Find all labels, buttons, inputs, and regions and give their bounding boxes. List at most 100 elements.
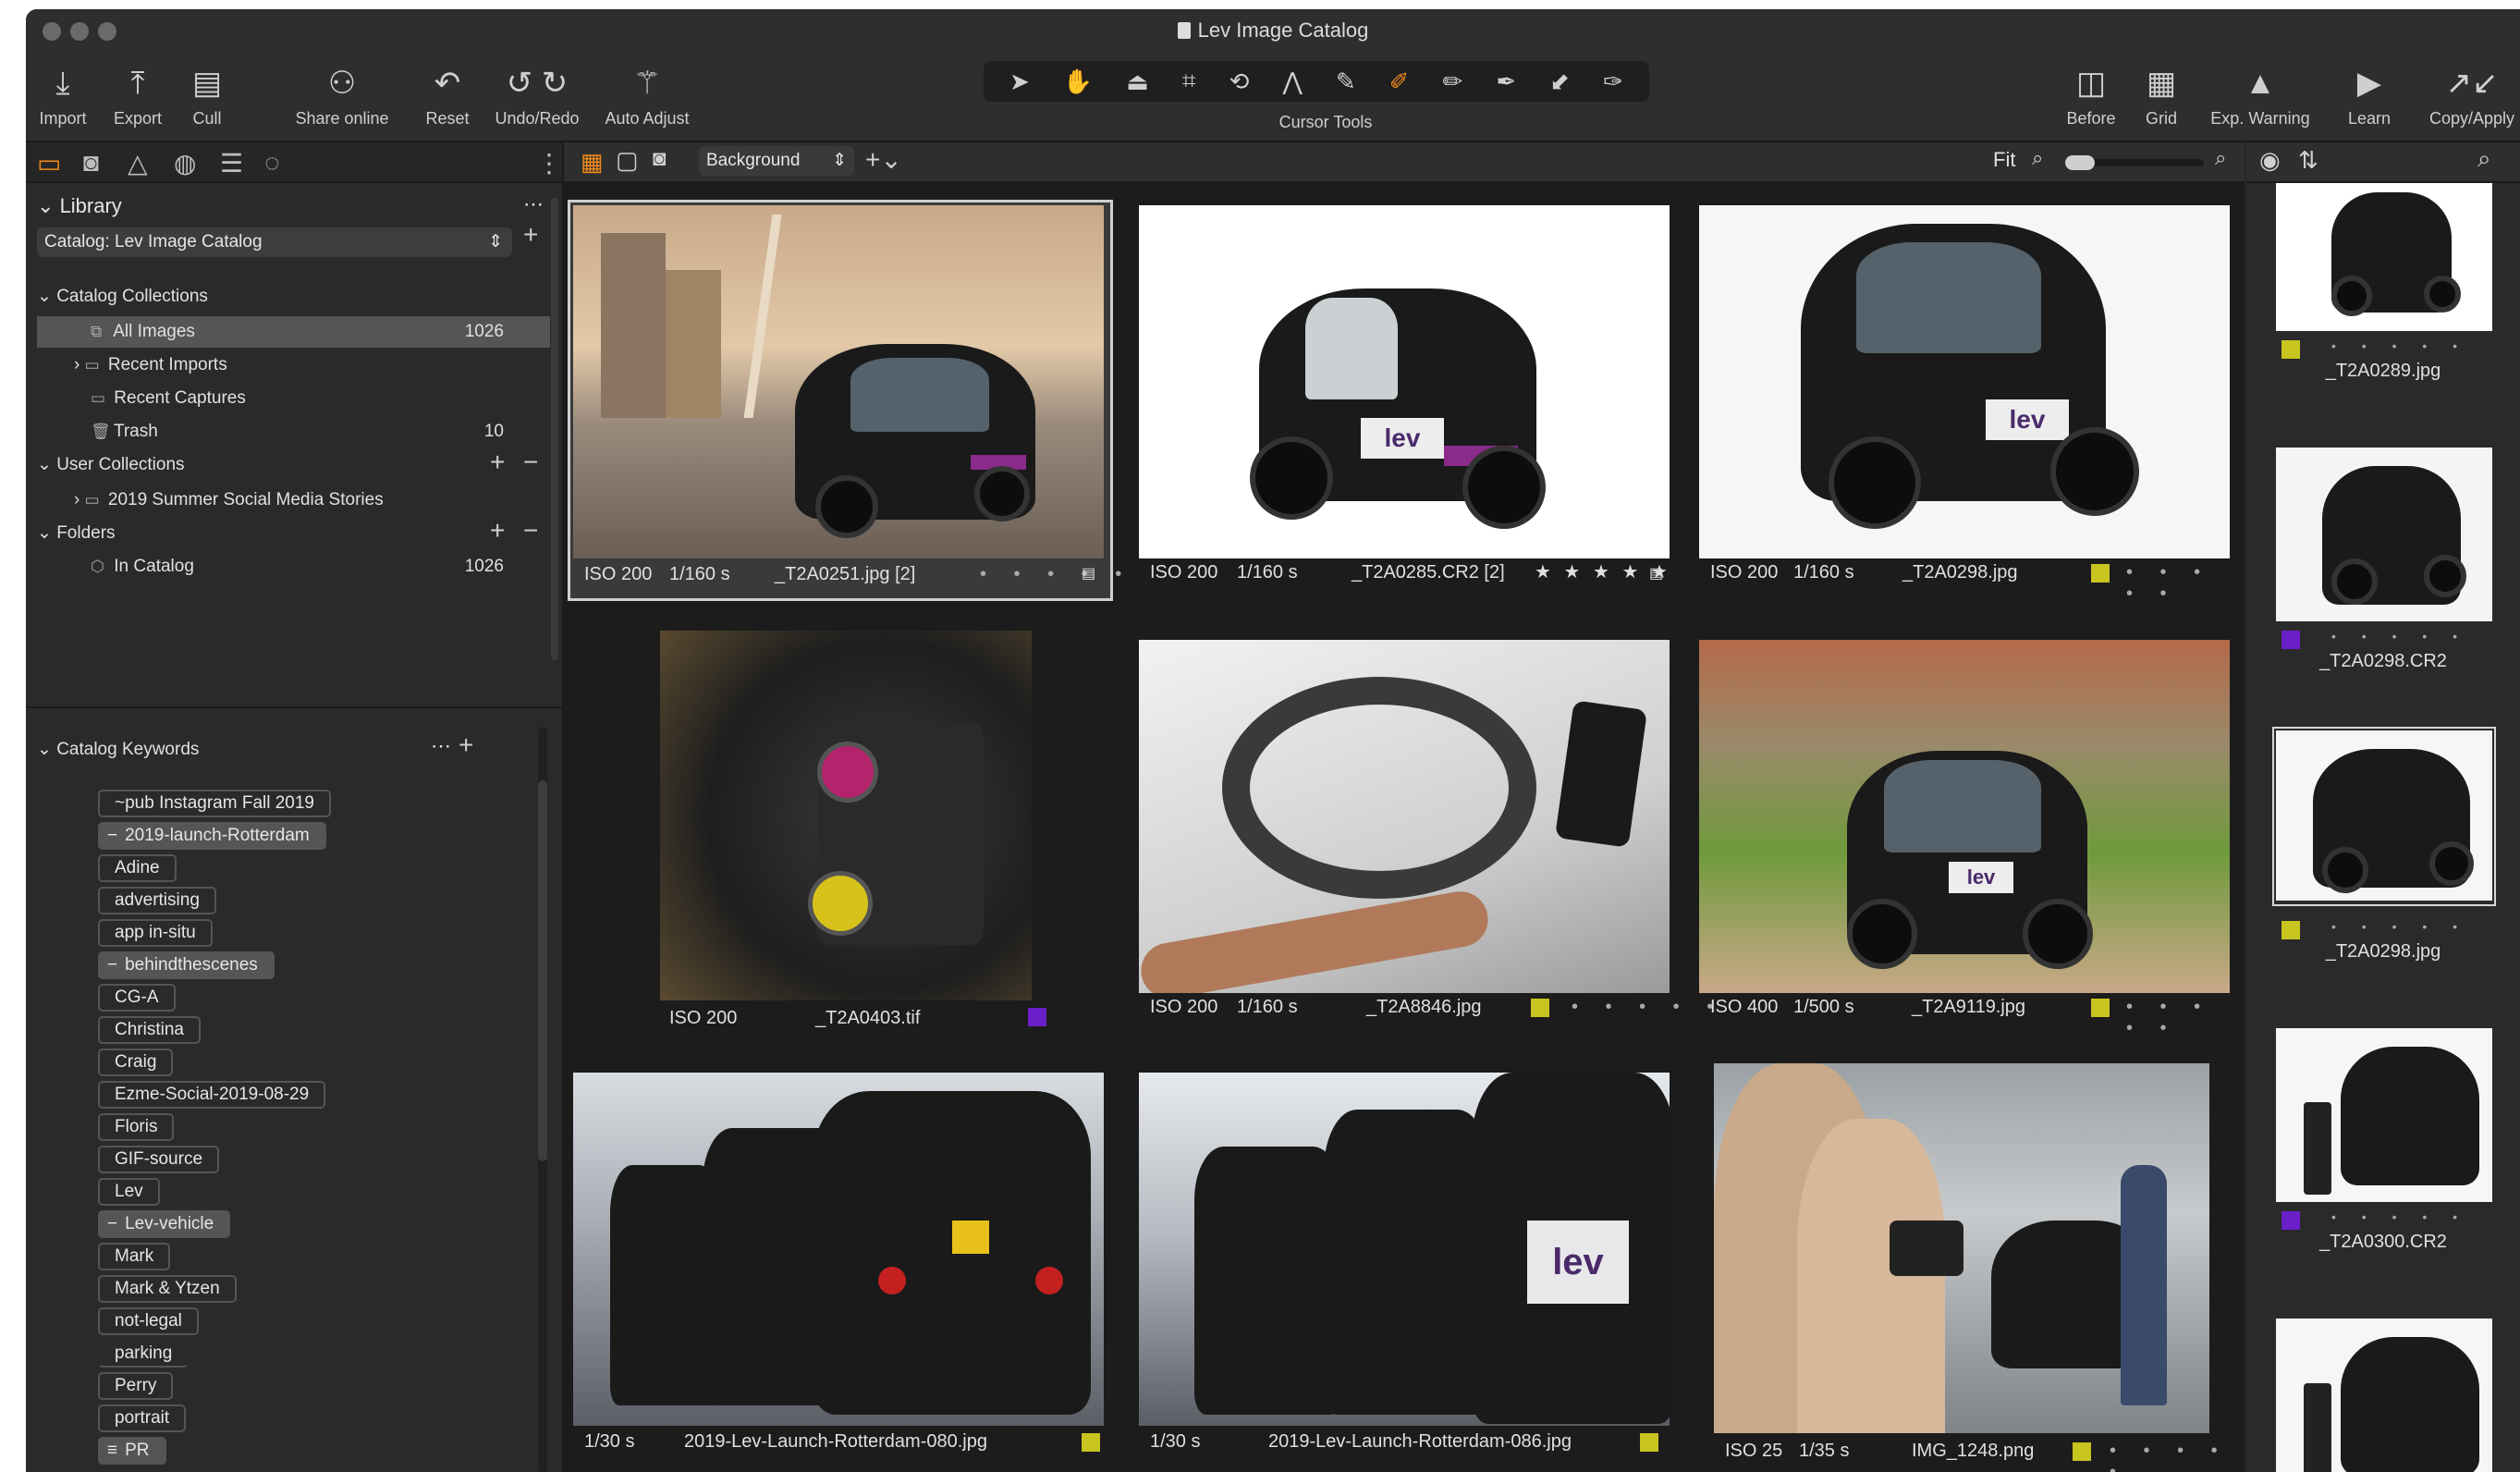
search-icon[interactable]: ⌕ (2477, 144, 2491, 174)
catalog-collections-header[interactable]: ⌄ Catalog Collections (37, 281, 550, 313)
color-tab-icon[interactable]: ◍ (174, 148, 196, 178)
keyword-tag[interactable]: Mark (98, 1243, 171, 1270)
pan-hand-icon[interactable]: ✋ (1063, 67, 1093, 96)
library-tab-folder-icon[interactable]: ▭ (37, 148, 61, 178)
add-variant-icon[interactable]: +⌄ (865, 144, 902, 175)
zoom-in-icon[interactable]: ⌕ (2215, 146, 2226, 170)
add-user-collection-icon[interactable]: + (490, 448, 505, 477)
keyword-tag-active[interactable]: − behindthescenes (98, 951, 275, 979)
thumbnail-image[interactable]: lev (1699, 205, 2230, 558)
share-online-button[interactable]: ⚇ Share online (268, 63, 416, 129)
white-balance-icon[interactable]: ⬋ (1549, 67, 1570, 96)
keyword-tag[interactable]: Ezme-Social-2019-08-29 (98, 1081, 326, 1109)
library-header[interactable]: ⌄ Library (37, 194, 122, 218)
grid-view-icon[interactable]: ▦ (581, 148, 604, 177)
keyword-tag[interactable]: parking (98, 1340, 190, 1368)
thumb-rating[interactable]: • • • • • (2126, 562, 2245, 605)
keyword-tag[interactable]: Floris (98, 1113, 175, 1141)
catalog-select[interactable]: Catalog: Lev Image Catalog ⇕ (37, 227, 512, 257)
color-tag-yellow[interactable] (2091, 564, 2110, 583)
film-rating[interactable]: • • • • • (2331, 629, 2468, 644)
thumbnail-image[interactable] (1139, 640, 1670, 993)
filmstrip-thumbnail[interactable] (2276, 183, 2492, 331)
thumbnail-image[interactable]: lev (1139, 205, 1670, 558)
keyword-tag[interactable]: Christina (98, 1016, 201, 1044)
thumb-rating[interactable]: • • • • • (980, 564, 1132, 585)
spot-removal-icon[interactable]: ✎ (1336, 67, 1356, 96)
viewer-icon[interactable]: ◙ (653, 146, 667, 172)
keyword-tag-active[interactable]: −2019-launch-Rotterdam (98, 822, 326, 850)
keyword-tag-active[interactable]: ≡ PR (98, 1437, 166, 1465)
film-rating[interactable]: • • • • • (2331, 919, 2468, 934)
single-view-icon[interactable]: ▢ (616, 146, 639, 175)
user-collections-header[interactable]: ⌄ User Collections (37, 449, 550, 481)
keyword-tag[interactable]: GIF-source (98, 1146, 220, 1173)
thumbnail-image[interactable] (573, 1073, 1104, 1426)
keyword-tag[interactable]: advertising (98, 887, 216, 914)
learn-button[interactable]: ▶ Learn (2337, 63, 2402, 129)
keyword-tag[interactable]: Lev (98, 1178, 160, 1206)
import-button[interactable]: ⤓ Import (35, 63, 91, 129)
export-button[interactable]: ⤒ Export (105, 63, 170, 129)
color-tag-yellow[interactable] (1531, 999, 1549, 1017)
keyword-tag[interactable]: Mark & Ytzen (98, 1275, 237, 1303)
details-tab-icon[interactable]: ◌ (264, 148, 280, 178)
color-tag-yellow[interactable] (2073, 1442, 2091, 1461)
add-keyword-icon[interactable]: + (459, 730, 473, 760)
thumbnail-image[interactable]: lev (1699, 640, 2230, 993)
color-tag-yellow[interactable] (1082, 1433, 1100, 1452)
color-tag-yellow[interactable] (2281, 340, 2300, 359)
filmstrip-thumbnail[interactable] (2276, 1319, 2492, 1472)
keyword-tag[interactable]: Adine (98, 854, 177, 882)
mask-brush-icon[interactable]: ✏ (1443, 67, 1463, 96)
keyword-tag[interactable]: portrait (98, 1405, 187, 1432)
thumbnail-image[interactable] (573, 205, 1104, 558)
before-button[interactable]: ◫ Before (2054, 63, 2128, 129)
folders-header[interactable]: ⌄ Folders (37, 518, 550, 549)
keywords-scrollbar[interactable] (538, 727, 547, 1472)
color-tag-yellow[interactable] (2091, 999, 2110, 1017)
copy-apply-button[interactable]: ↗↙ Copy/Apply (2426, 63, 2518, 129)
user-collection-item[interactable]: › ▭ 2019 Summer Social Media Stories (37, 485, 550, 516)
collection-all-images[interactable]: ⧉ All Images 1026 (37, 316, 550, 348)
keyword-tag-active[interactable]: − Lev-vehicle (98, 1210, 231, 1238)
rotate-icon[interactable]: ⟲ (1229, 67, 1250, 96)
undo-redo-button[interactable]: ↺ ↻ Undo/Redo (486, 63, 588, 129)
keywords-more-icon[interactable]: ⋯ (431, 734, 451, 758)
select-cursor-icon[interactable]: ➤ (1009, 67, 1030, 96)
keyword-tag[interactable]: not-legal (98, 1307, 199, 1335)
thumbnail-image[interactable] (660, 631, 1032, 1000)
remove-user-collection-icon[interactable]: − (523, 448, 538, 477)
keyword-tag[interactable]: Perry (98, 1372, 174, 1400)
add-folder-icon[interactable]: + (490, 516, 505, 546)
crop-icon[interactable]: ⌗ (1182, 67, 1196, 96)
reset-button[interactable]: ↶ Reset (420, 63, 475, 129)
thumbnail-image[interactable]: lev (1139, 1073, 1670, 1426)
keyword-tag[interactable]: Craig (98, 1049, 174, 1076)
color-picker-icon[interactable]: ✒ (1496, 67, 1516, 96)
thumb-rating[interactable]: • • • • • (1572, 997, 1724, 1018)
zoom-out-icon[interactable]: ⌕ (2032, 146, 2043, 170)
thumb-rating[interactable]: • • • • • (2126, 997, 2245, 1039)
zoom-fit-label[interactable]: Fit (1993, 148, 2015, 172)
cull-button[interactable]: ▤ Cull (179, 63, 235, 129)
auto-adjust-button[interactable]: ⚚ Auto Adjust (592, 63, 703, 129)
filmstrip-thumbnail[interactable] (2276, 1028, 2492, 1202)
folder-in-catalog[interactable]: ⬡ In Catalog 1026 (37, 551, 550, 583)
keyword-tag[interactable]: CG-A (98, 984, 176, 1012)
remove-folder-icon[interactable]: − (523, 516, 538, 546)
collection-recent-imports[interactable]: › ▭ Recent Imports (37, 350, 550, 381)
zoom-slider-knob[interactable] (2065, 155, 2095, 170)
color-tag-yellow[interactable] (2281, 921, 2300, 939)
thumb-rating[interactable]: • • • • • (2110, 1441, 2245, 1472)
heal-brush-icon[interactable]: ✐ (1389, 67, 1410, 96)
filmstrip-thumbnail[interactable] (2276, 448, 2492, 621)
add-catalog-icon[interactable]: + (523, 220, 538, 250)
collection-recent-captures[interactable]: ▭ Recent Captures (37, 383, 550, 414)
collection-trash[interactable]: 🗑 Trash 10 (37, 416, 550, 448)
adjustments-tab-icon[interactable]: ☰ (220, 148, 243, 178)
library-more-icon[interactable]: ⋯ (523, 192, 544, 216)
background-select[interactable]: Background ⇕ (699, 146, 854, 176)
color-tag-yellow[interactable] (1640, 1433, 1658, 1452)
exposure-warning-button[interactable]: ▲ Exp. Warning (2200, 63, 2320, 129)
